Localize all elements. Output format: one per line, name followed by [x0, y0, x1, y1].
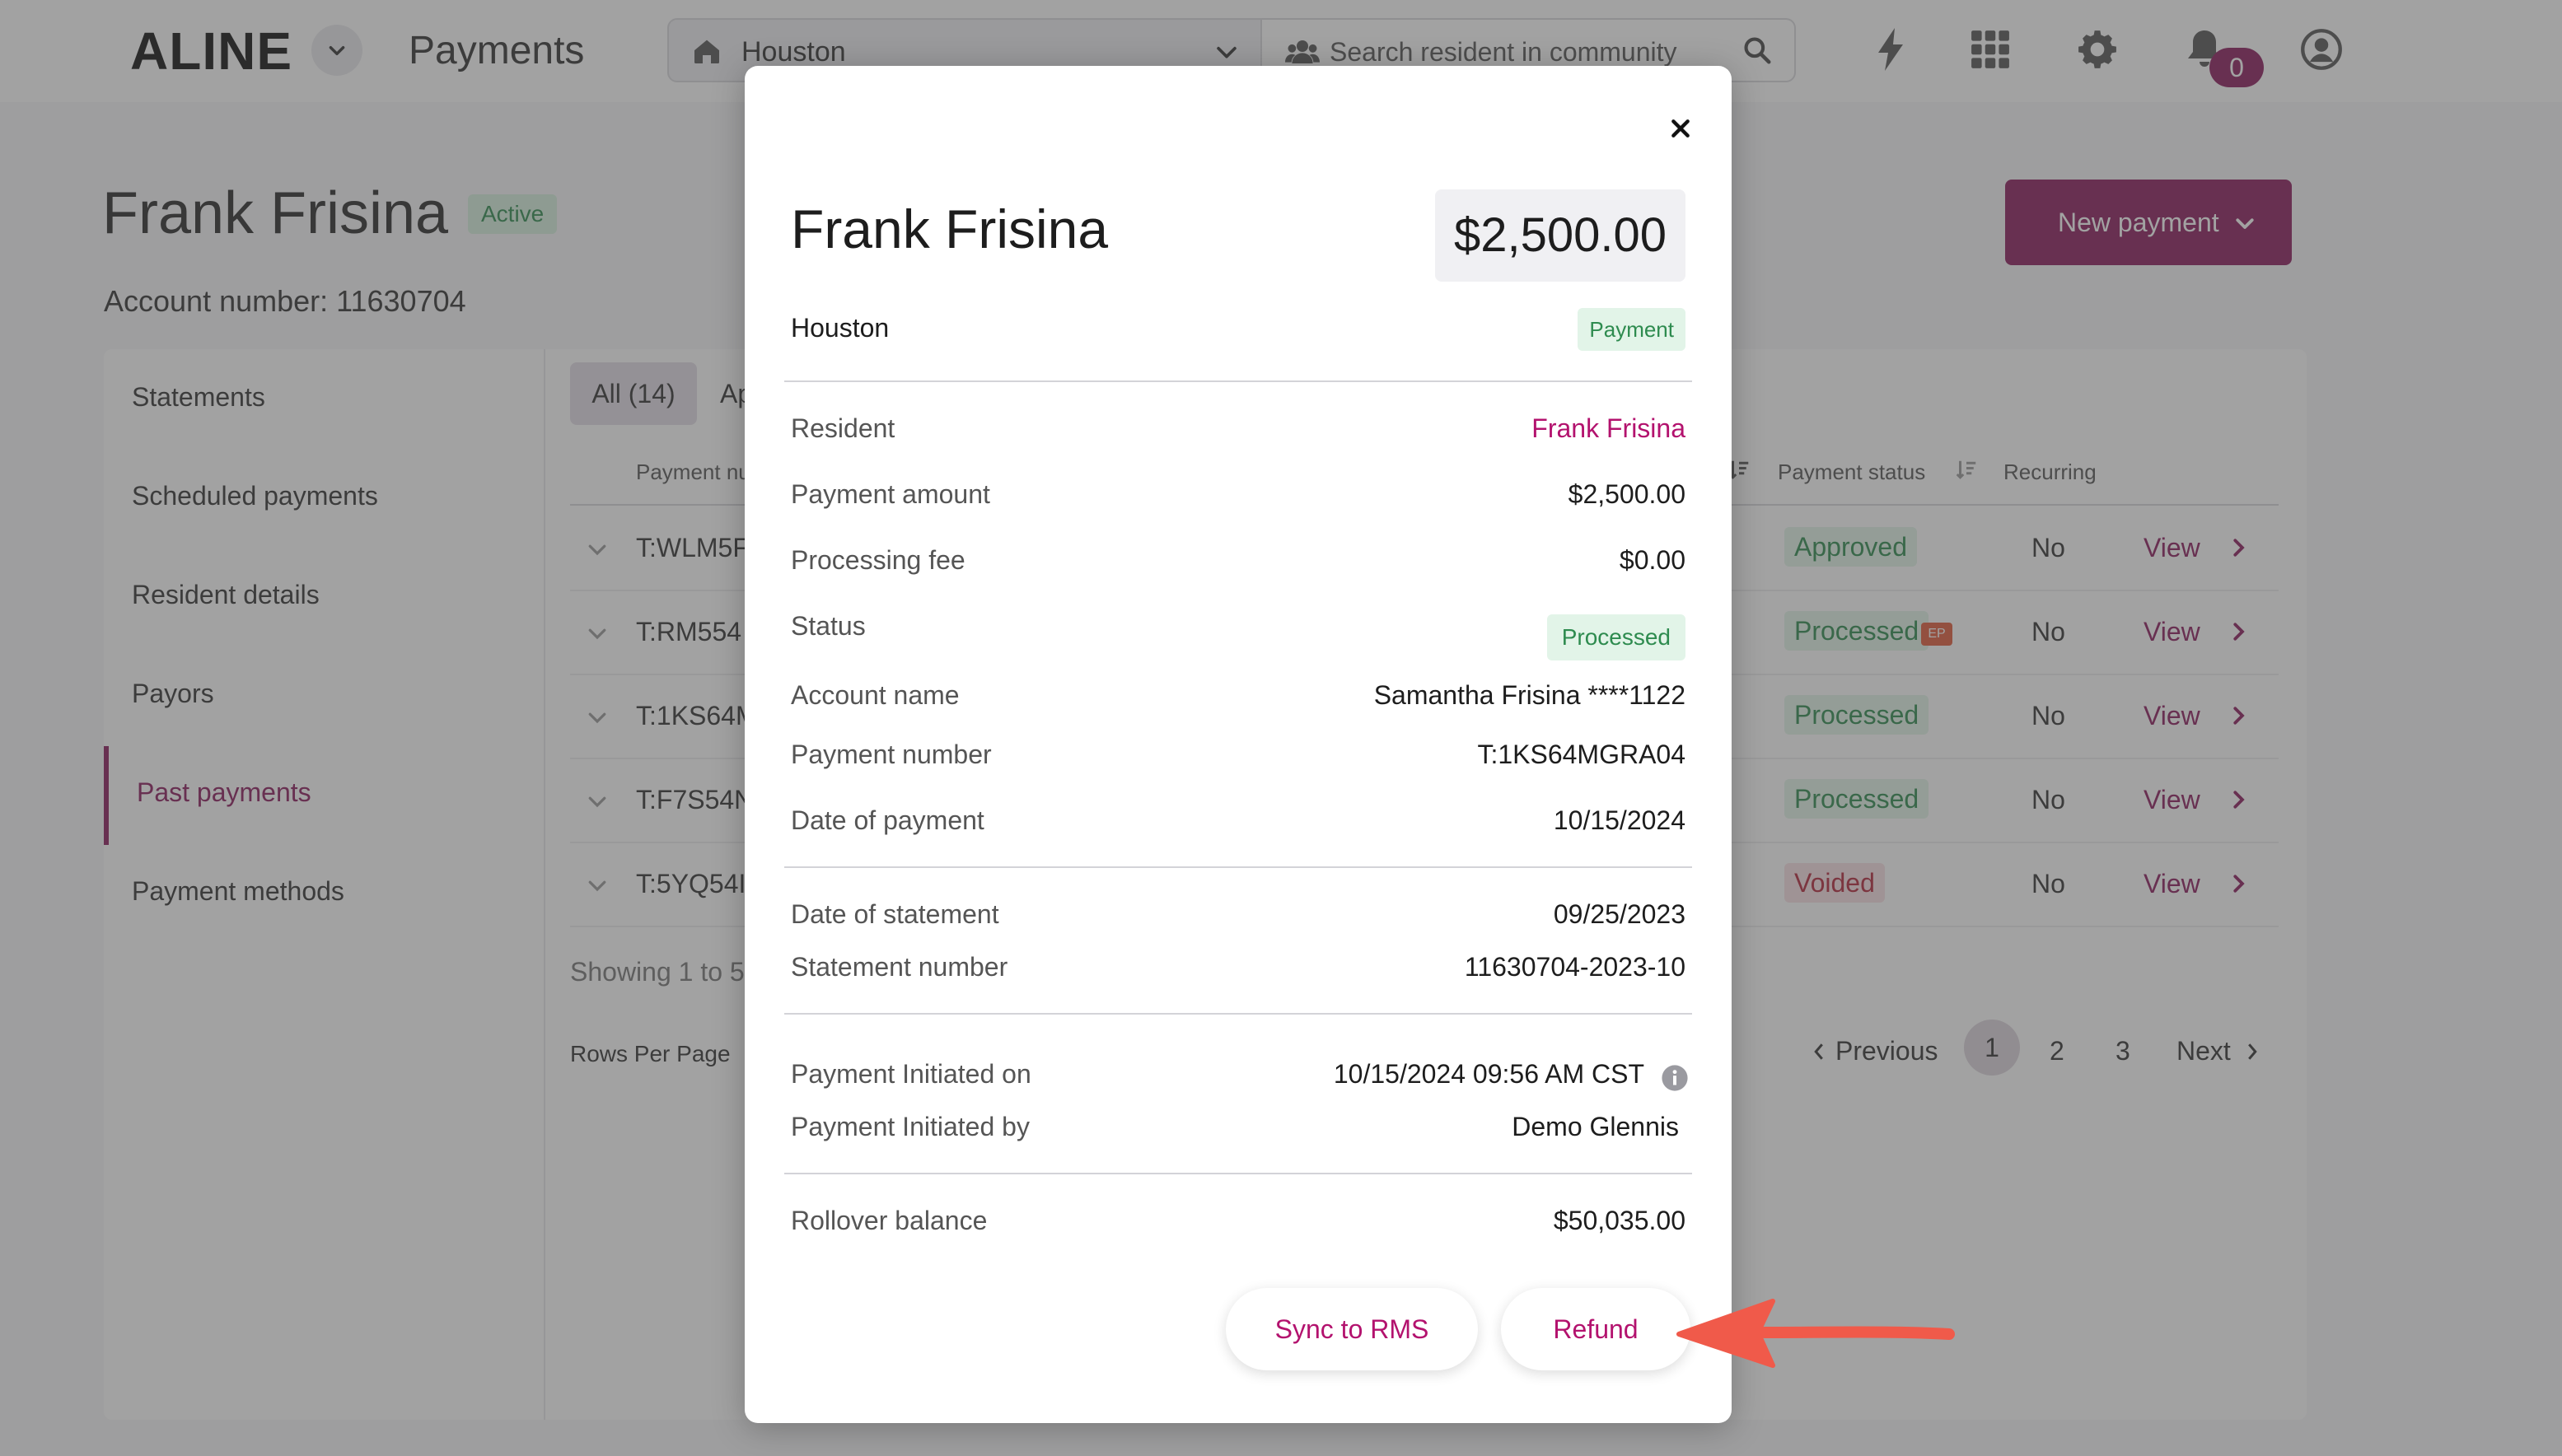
- date-of-statement-value: 09/25/2023: [1553, 899, 1685, 929]
- divider: [784, 380, 1692, 382]
- payment-amount-label: Payment amount: [791, 479, 990, 509]
- close-icon: [1671, 119, 1690, 138]
- status-badge: Processed: [1546, 614, 1685, 660]
- resident-label: Resident: [791, 413, 895, 443]
- status-label: Status: [791, 611, 866, 641]
- payment-number-value: T:1KS64MGRA04: [1477, 740, 1685, 769]
- modal-community: Houston: [791, 313, 890, 343]
- date-of-payment-label: Date of payment: [791, 805, 984, 835]
- account-name-value: Samantha Frisina ****1122: [1373, 680, 1685, 710]
- processing-fee-value: $0.00: [1619, 545, 1685, 575]
- processing-fee-label: Processing fee: [791, 545, 965, 575]
- close-button[interactable]: [1661, 109, 1700, 148]
- modal-amount: $2,500.00: [1435, 189, 1685, 282]
- sync-to-rms-button[interactable]: Sync to RMS: [1226, 1288, 1478, 1370]
- info-icon[interactable]: [1661, 1064, 1689, 1096]
- rollover-balance-label: Rollover balance: [791, 1206, 988, 1235]
- initiated-by-label: Payment Initiated by: [791, 1112, 1030, 1141]
- initiated-by-value: Demo Glennis: [1512, 1112, 1679, 1141]
- callout-arrow-icon: [1676, 1299, 1955, 1368]
- initiated-on-value: 10/15/2024 09:56 AM CST: [1333, 1059, 1644, 1089]
- resident-link[interactable]: Frank Frisina: [1531, 410, 1685, 446]
- divider: [784, 1173, 1692, 1174]
- payment-details-modal: Frank Frisina $2,500.00 Houston Payment …: [745, 66, 1732, 1423]
- statement-number-label: Statement number: [791, 952, 1008, 982]
- modal-resident-name: Frank Frisina: [791, 198, 1109, 259]
- date-of-statement-label: Date of statement: [791, 899, 999, 929]
- rollover-balance-value: $50,035.00: [1553, 1206, 1685, 1235]
- payment-type-badge: Payment: [1578, 308, 1685, 351]
- payment-number-label: Payment number: [791, 740, 992, 769]
- statement-number-value: 11630704-2023-10: [1464, 952, 1685, 982]
- refund-button[interactable]: Refund: [1501, 1288, 1690, 1370]
- divider: [784, 866, 1692, 868]
- payment-amount-value: $2,500.00: [1568, 479, 1685, 509]
- initiated-on-label: Payment Initiated on: [791, 1059, 1031, 1089]
- divider: [784, 1013, 1692, 1015]
- account-name-label: Account name: [791, 680, 960, 710]
- date-of-payment-value: 10/15/2024: [1553, 805, 1685, 835]
